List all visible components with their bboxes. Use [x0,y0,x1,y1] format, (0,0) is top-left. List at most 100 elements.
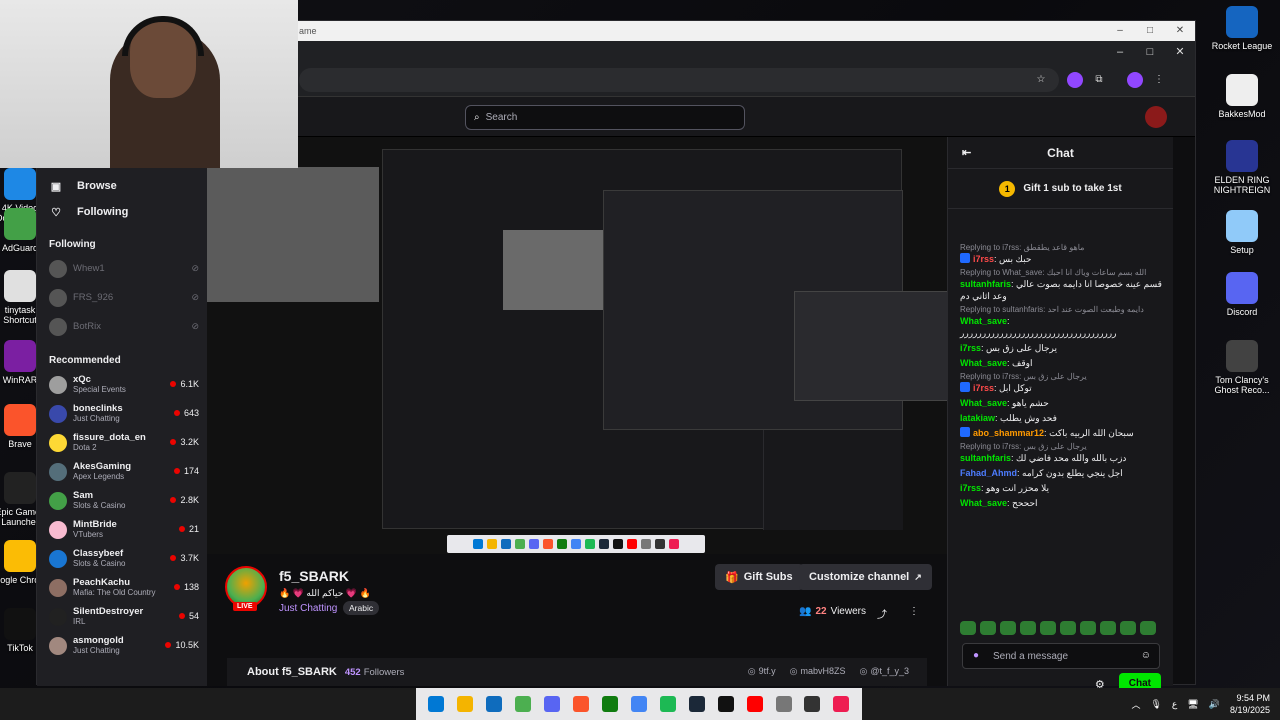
chat-username[interactable]: Fahad_Ahmd [960,468,1017,478]
chat-message[interactable]: What_save: اوقف [960,357,1162,369]
mic-icon[interactable]: ● [973,650,979,661]
chat-username[interactable]: sultanhfaris [960,453,1011,463]
volume-icon[interactable]: 🔊 [1209,699,1220,710]
desktop-icon[interactable]: Rocket League [1210,6,1274,51]
desktop-icon[interactable]: Discord [1210,272,1274,317]
taskbar-app-icon[interactable] [775,696,792,712]
emote-picker-icon[interactable]: ☺ [1141,650,1151,661]
stream-tag[interactable]: Arabic [343,601,380,615]
chat-username[interactable]: What_save [960,316,1007,326]
taskbar-app-icon[interactable] [457,696,474,712]
social-link[interactable]: ◎ @t_f_y_3 [859,666,909,677]
chat-username[interactable]: What_save [960,358,1007,368]
network-icon[interactable]: 🖥 [1187,699,1198,710]
taskbar-app-icon[interactable] [486,696,503,712]
chat-message[interactable]: Replying to i7rss: يرجال على زق بس i7rss:… [960,372,1162,394]
chat-username[interactable]: abo_shammar12 [973,428,1044,438]
chat-message[interactable]: i7rss: يرجال على زق بس [960,342,1162,354]
close-icon[interactable]: ✕ [1165,43,1195,61]
emote-icon[interactable] [1140,621,1156,635]
video-player[interactable] [207,137,947,554]
chat-input[interactable]: ● Send a message ☺ [962,643,1160,669]
chat-message[interactable]: Fahad_Ahmd: اجل ينجي يطلع بدون كرامه [960,467,1162,479]
desktop-icon[interactable]: ELDEN RING NIGHTREIGN [1210,140,1274,195]
desktop-icon[interactable]: BakkesMod [1210,74,1274,119]
taskbar-app-icon[interactable] [428,696,445,712]
chevron-up-icon[interactable]: ︿ [1131,698,1140,711]
close-icon[interactable]: ✕ [1165,21,1195,41]
taskbar-app-icon[interactable] [659,696,676,712]
user-avatar[interactable] [1145,106,1167,128]
sidebar-channel[interactable]: xQc Special Events 6.1K [37,370,207,399]
taskbar-app-icon[interactable] [601,696,618,712]
stream-category[interactable]: Just Chatting [279,603,337,614]
taskbar-app-icon[interactable] [573,696,590,712]
emote-icon[interactable] [1060,621,1076,635]
sidebar-channel[interactable]: Classybeef Slots & Casino 3.7K [37,544,207,573]
taskbar-app-icon[interactable] [746,696,763,712]
emote-icon[interactable] [1040,621,1056,635]
desktop-icon[interactable]: Setup [1210,210,1274,255]
taskbar-app-icon[interactable] [544,696,561,712]
gift-subs-button[interactable]: 🎁 Gift Subs [715,564,803,590]
chat-username[interactable]: i7rss [960,483,981,493]
sidebar-channel[interactable]: FRS_926 ⊘ [37,283,207,312]
sidebar-channel[interactable]: BotRix ⊘ [37,312,207,341]
emote-icon[interactable] [960,621,976,635]
desktop-icon[interactable]: Tom Clancy's Ghost Reco... [1210,340,1274,395]
emote-icon[interactable] [1020,621,1036,635]
taskbar-app-icon[interactable] [688,696,705,712]
chat-username[interactable]: What_save [960,498,1007,508]
chat-username[interactable]: What_save [960,398,1007,408]
maximize-icon[interactable]: □ [1135,21,1165,41]
chat-message[interactable]: Replying to What_save: الله بسم ساعات وي… [960,268,1162,302]
emote-icon[interactable] [1100,621,1116,635]
social-link[interactable]: ◎ mabvH8ZS [790,666,846,677]
more-options-icon[interactable]: ⋮ [909,606,919,617]
chat-message[interactable]: Replying to i7rss: يرجال على زق بس sultan… [960,442,1162,464]
taskbar-app-icon[interactable] [717,696,734,712]
channel-name[interactable]: f5_SBARK [279,568,349,584]
emote-icon[interactable] [980,621,996,635]
language-indicator[interactable]: ع [1172,699,1177,710]
clock[interactable]: 9:54 PM 8/19/2025 [1230,692,1270,716]
chat-message[interactable]: Replying to sultanhfaris: دايمه وطبعت ال… [960,305,1162,339]
chat-username[interactable]: i7rss [973,254,994,264]
mic-tray-icon[interactable]: 🎙 [1150,699,1161,710]
minimize-icon[interactable]: – [1105,43,1135,61]
maximize-icon[interactable]: □ [1135,43,1165,61]
taskbar-app-icon[interactable] [515,696,532,712]
profile-icon[interactable] [1127,72,1143,88]
chat-username[interactable]: sultanhfaris [960,279,1011,289]
nav-browse[interactable]: ▣ Browse [37,173,207,199]
chat-message[interactable]: Replying to i7rss: ماهو قاعد يطقطق i7rss:… [960,243,1162,265]
taskbar-app-icon[interactable] [833,696,850,712]
star-icon[interactable]: ☆ [1033,72,1049,88]
sidebar-channel[interactable]: asmongold Just Chatting 10.5K [37,631,207,660]
extension-icon[interactable] [1067,72,1083,88]
chat-message[interactable]: What_save: حشم ياهو [960,397,1162,409]
emote-icon[interactable] [1080,621,1096,635]
search-input[interactable]: ⌕ Search [465,105,745,130]
sidebar-channel[interactable]: fissure_dota_en Dota 2 3.2K [37,428,207,457]
collapse-chat-icon[interactable]: ⇤ [962,146,971,159]
sidebar-channel[interactable]: SilentDestroyer IRL 54 [37,602,207,631]
gift-leaderboard-banner[interactable]: 1 Gift 1 sub to take 1st [948,169,1173,209]
taskbar-app-icon[interactable] [630,696,647,712]
sidebar-channel[interactable]: AkesGaming Apex Legends 174 [37,457,207,486]
chat-message[interactable]: What_save: احححح [960,497,1162,509]
sidebar-channel[interactable]: Sam Slots & Casino 2.8K [37,486,207,515]
chat-username[interactable]: i7rss [973,383,994,393]
chat-username[interactable]: latakiaw [960,413,995,423]
chat-message[interactable]: abo_shammar12: سبحان الله الربيه باكت [960,427,1162,439]
url-field[interactable] [299,68,1059,92]
minimize-icon[interactable]: – [1105,21,1135,41]
customize-channel-button[interactable]: Customize channel ↗ [799,564,932,590]
sidebar-channel[interactable]: MintBride VTubers 21 [37,515,207,544]
sidebar-channel[interactable]: Whew1 ⊘ [37,254,207,283]
share-icon[interactable]: ⤴ [877,606,887,621]
taskbar-app-icon[interactable] [804,696,821,712]
nav-following[interactable]: ♡ Following [37,199,207,225]
emote-icon[interactable] [1120,621,1136,635]
puzzle-icon[interactable]: ⧉ [1091,72,1107,88]
